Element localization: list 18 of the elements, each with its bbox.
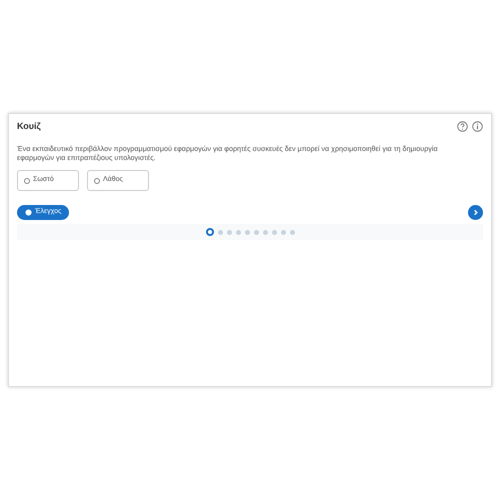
help-icon[interactable] (457, 121, 468, 132)
page-dot[interactable] (244, 230, 250, 235)
page-dot[interactable] (262, 230, 268, 235)
page-dot[interactable] (218, 230, 222, 235)
page-dot[interactable] (226, 230, 232, 235)
quiz-title: Κουίζ (17, 120, 41, 133)
page-dot[interactable] (290, 230, 294, 235)
page-dot[interactable] (236, 230, 240, 235)
next-button[interactable] (468, 205, 483, 220)
page-dot[interactable] (254, 230, 258, 235)
page-dot[interactable] (280, 230, 286, 235)
page-dot[interactable] (272, 230, 276, 235)
info-icon[interactable] (472, 121, 483, 132)
dot-icon (25, 209, 32, 216)
page-dot[interactable] (206, 228, 214, 236)
radio-icon[interactable] (24, 178, 30, 184)
chevron-right-icon (472, 209, 479, 216)
radio-icon[interactable] (94, 178, 100, 184)
